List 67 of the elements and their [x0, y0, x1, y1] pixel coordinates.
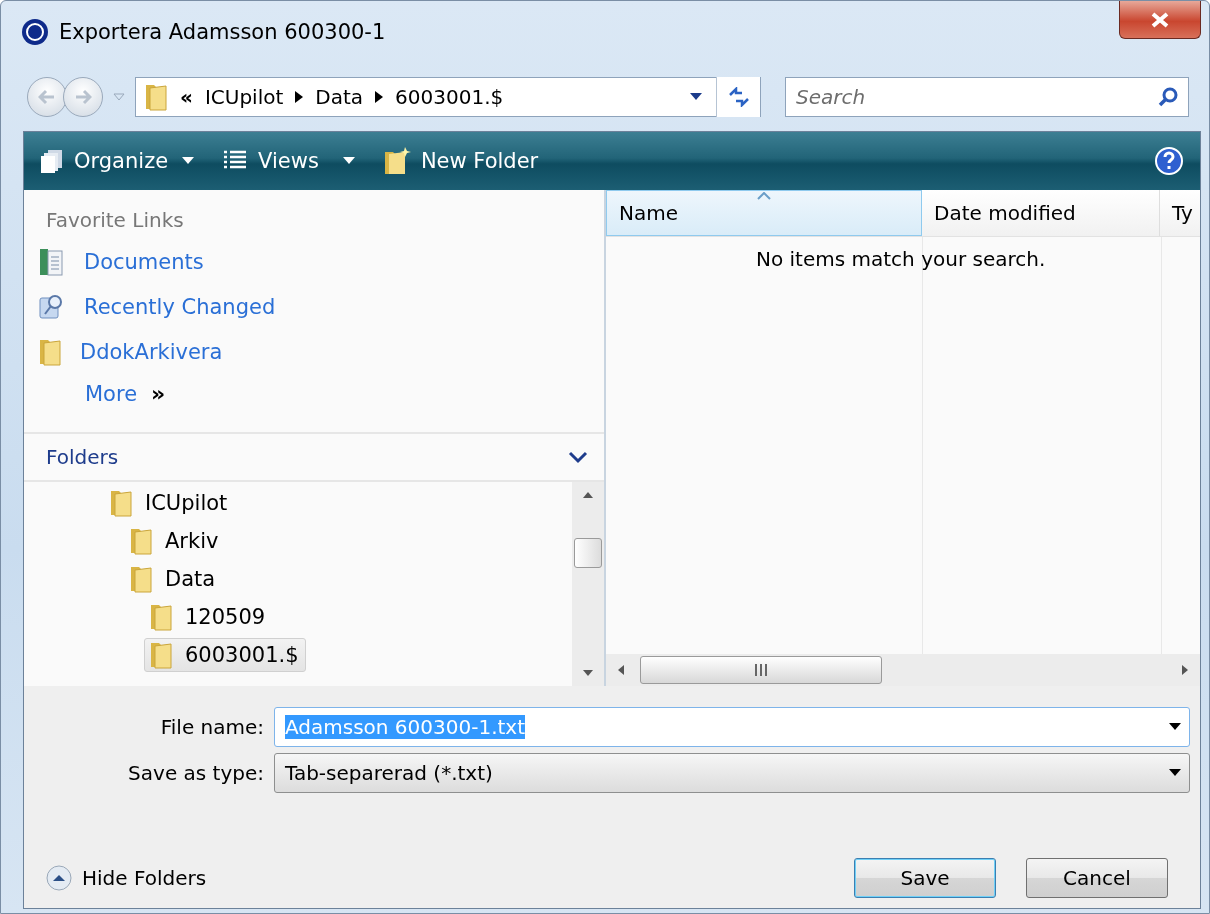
window-title: Exportera Adamsson 600300-1: [59, 20, 386, 44]
column-header[interactable]: Ty: [1160, 190, 1200, 236]
file-type-dropdown[interactable]: Tab-separerad (*.txt): [274, 753, 1190, 793]
breadcrumb[interactable]: Data: [315, 85, 364, 109]
caret-icon: [1169, 723, 1181, 731]
folder-icon: [109, 488, 133, 518]
caret-icon: [182, 157, 195, 165]
scroll-thumb[interactable]: [574, 538, 602, 568]
dialog-button[interactable]: Save: [854, 858, 996, 898]
breadcrumb-arrow-icon[interactable]: [295, 91, 304, 103]
favorite-link[interactable]: Documents: [38, 246, 604, 277]
folder-icon: [149, 602, 173, 632]
help-icon[interactable]: [1154, 146, 1184, 176]
section-title: Favorite Links: [45, 208, 185, 232]
pages-icon: [40, 148, 64, 174]
forward-arrow-icon: [74, 89, 92, 105]
folder-icon: [129, 564, 153, 594]
favorite-link[interactable]: Recently Changed: [38, 291, 604, 322]
search-field[interactable]: Search: [785, 77, 1189, 117]
tree-item[interactable]: 120509: [144, 600, 273, 634]
toolbar-button[interactable]: New Folder: [382, 146, 539, 176]
dialog-button[interactable]: Cancel: [1026, 858, 1168, 898]
arrow-icon: [616, 665, 626, 675]
arrow-icon: [583, 490, 593, 500]
caret-icon: [342, 157, 355, 165]
more-link[interactable]: More: [85, 381, 138, 406]
collapse-icon: [46, 865, 72, 891]
address-bar[interactable]: « ICUpilot Data 6003001.$: [135, 77, 761, 117]
empty-message: No items match your search.: [756, 247, 1046, 271]
breadcrumb[interactable]: ICUpilot: [204, 85, 284, 109]
section-title: Folders: [45, 445, 119, 469]
scroll-thumb[interactable]: [640, 656, 882, 684]
close-icon: [1150, 11, 1170, 28]
hide-folders-button[interactable]: Hide Folders: [46, 865, 207, 891]
field-label: File name:: [159, 715, 264, 739]
folder-icon: [129, 526, 153, 556]
search-icon[interactable]: [1157, 86, 1179, 108]
field-label: Save as type:: [127, 761, 264, 785]
new-folder-icon: [382, 146, 411, 176]
collapse-chevron-icon[interactable]: [568, 450, 588, 464]
toolbar-button[interactable]: Views: [222, 149, 355, 173]
breadcrumb-arrow-icon[interactable]: [375, 91, 384, 103]
tree-item[interactable]: 6003001.$: [144, 638, 306, 672]
arrow-icon: [583, 668, 593, 678]
toolbar-button[interactable]: Organize: [40, 148, 195, 174]
vertical-scrollbar[interactable]: [572, 482, 604, 686]
horizontal-scrollbar[interactable]: [606, 654, 1200, 686]
folder-icon: [144, 82, 168, 112]
column-header[interactable]: Date modified: [922, 190, 1160, 236]
breadcrumb[interactable]: 6003001.$: [395, 85, 504, 109]
caret-icon: [690, 93, 702, 101]
folder-icon: [149, 640, 173, 670]
favorite-link[interactable]: DdokArkivera: [38, 336, 604, 367]
refresh-button[interactable]: [716, 77, 760, 117]
column-header[interactable]: Name: [606, 190, 922, 236]
grip-icon: [754, 664, 768, 676]
more-chevron[interactable]: »: [151, 381, 166, 406]
close-button[interactable]: [1119, 1, 1201, 39]
tree-item[interactable]: Data: [124, 562, 223, 596]
caret-icon: [1169, 769, 1181, 777]
app-logo-icon: [21, 18, 49, 46]
arrow-icon: [1180, 665, 1190, 675]
tree-item[interactable]: Arkiv: [124, 524, 226, 558]
tree-item[interactable]: ICUpilot: [104, 486, 235, 520]
overflow-chevron[interactable]: «: [180, 85, 193, 109]
documents-icon: [38, 246, 66, 277]
back-arrow-icon: [38, 89, 56, 105]
